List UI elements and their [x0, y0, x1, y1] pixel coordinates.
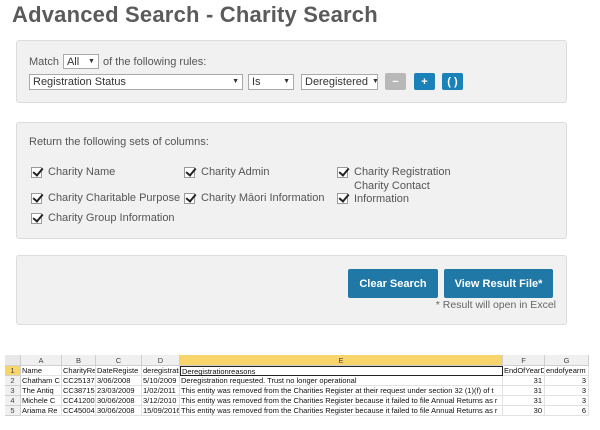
sheet-cell[interactable]: 23/03/2009 [96, 386, 142, 396]
field-select[interactable]: Registration Status ▼ [29, 73, 243, 90]
column-header[interactable]: A [21, 355, 62, 366]
sheet-cell[interactable]: 3/06/2008 [96, 376, 142, 386]
row-number[interactable]: 1 [5, 366, 21, 376]
sheet-cell[interactable]: 30/06/2008 [96, 406, 142, 416]
checkbox[interactable] [184, 167, 195, 178]
checkbox[interactable] [31, 167, 42, 178]
criteria-select[interactable]: Deregistered ▼ [301, 73, 379, 90]
column-option-label: Charity Contact Information [354, 180, 430, 205]
sheet-cell[interactable]: Ariama Re [21, 406, 62, 416]
view-result-file-button[interactable]: View Result File* [444, 269, 553, 298]
checkbox[interactable] [31, 193, 42, 204]
column-header[interactable]: B [62, 355, 96, 366]
column-option-label: Charity Charitable Purpose [48, 192, 181, 204]
sheet-cell[interactable]: 6 [545, 406, 589, 416]
match-select-value: All [66, 55, 80, 68]
chevron-down-icon: ▼ [232, 78, 239, 85]
column-option-label: Charity Name [48, 166, 116, 178]
checkbox[interactable] [31, 213, 42, 224]
column-option-contact-information[interactable]: Charity Contact Information [337, 180, 442, 206]
sheet-cell[interactable]: Name [21, 366, 62, 376]
sheet-cell[interactable]: This entity was removed from the Chariti… [180, 406, 503, 416]
chevron-down-icon: ▼ [371, 78, 379, 85]
chevron-down-icon: ▼ [283, 78, 290, 85]
clear-search-button[interactable]: Clear Search [348, 269, 438, 298]
sheet-cell[interactable]: 3/12/2010 [142, 396, 180, 406]
row-number[interactable]: 2 [5, 376, 21, 386]
sheet-cell[interactable]: Chatham C [21, 376, 62, 386]
column-option-maori-information[interactable]: Charity Māori Information [184, 192, 325, 205]
match-label: Match [29, 55, 59, 68]
remove-rule-button[interactable]: − [385, 73, 406, 90]
column-option-label: Charity Admin [201, 166, 270, 178]
operator-select-value: Is [252, 75, 261, 88]
row-number[interactable]: 4 [5, 396, 21, 406]
rules-panel: Match All ▼ of the following rules: Regi… [16, 40, 567, 103]
sheet-cell[interactable]: EndOfYearD [503, 366, 545, 376]
sheet-cell[interactable]: 3 [545, 396, 589, 406]
field-select-value: Registration Status [33, 75, 126, 88]
rule-row: Registration Status ▼ Is ▼ Deregistered … [29, 73, 463, 90]
sheet-cell[interactable]: 15/09/2016 [142, 406, 180, 416]
row-number[interactable]: 5 [5, 406, 21, 416]
add-rule-button[interactable]: + [414, 73, 435, 90]
sheet-cell[interactable]: Michele C [21, 396, 62, 406]
column-option-label: Charity Registration [354, 166, 451, 178]
sheet-cell[interactable]: 30 [503, 406, 545, 416]
sheet-corner [5, 355, 21, 366]
sheet-cell[interactable]: DateRegiste [96, 366, 142, 376]
chevron-down-icon: ▼ [88, 58, 95, 65]
sheet-cell[interactable]: CharityRe [62, 366, 96, 376]
sheet-cell[interactable]: 31 [503, 396, 545, 406]
sheet-cell[interactable]: 1/02/2011 [142, 386, 180, 396]
column-header[interactable]: G [545, 355, 589, 366]
row-number[interactable]: 3 [5, 386, 21, 396]
sheet-cell[interactable]: CC25137 [62, 376, 96, 386]
sheet-cell[interactable]: endofyearm [545, 366, 589, 376]
sheet-cell[interactable]: Deregistration requested. Trust no longe… [180, 376, 503, 386]
columns-panel: Return the following sets of columns: Ch… [16, 122, 567, 239]
checkbox[interactable] [337, 193, 348, 204]
column-header[interactable]: D [142, 355, 180, 366]
column-option-charity-registration[interactable]: Charity Registration [337, 166, 451, 179]
sheet-cell[interactable]: Deregistrationreasons [180, 366, 503, 376]
spreadsheet-preview: A B C D E F G 1 Name CharityRe DateRegiste d… [5, 355, 595, 425]
sheet-cell[interactable]: 5/10/2009 [142, 376, 180, 386]
column-option-charity-name[interactable]: Charity Name [31, 166, 115, 179]
sheet-cell[interactable]: CC38715 [62, 386, 96, 396]
column-option-charitable-purpose[interactable]: Charity Charitable Purpose [31, 192, 180, 205]
sheet-cell[interactable]: 3 [545, 376, 589, 386]
sheet-cell[interactable]: 30/06/2008 [96, 396, 142, 406]
column-header[interactable]: F [503, 355, 545, 366]
sheet-cell[interactable]: deregistrati [142, 366, 180, 376]
criteria-select-value: Deregistered [305, 75, 368, 88]
column-option-charity-admin[interactable]: Charity Admin [184, 166, 269, 179]
sheet-cell[interactable]: This entity was removed from the Chariti… [180, 396, 503, 406]
columns-heading: Return the following sets of columns: [29, 136, 209, 148]
match-suffix: of the following rules: [102, 55, 207, 68]
operator-select[interactable]: Is ▼ [248, 73, 294, 90]
sheet-cell[interactable]: CC41200 [62, 396, 96, 406]
match-select[interactable]: All ▼ [62, 54, 99, 69]
column-header[interactable]: C [96, 355, 142, 366]
sheet-cell[interactable]: This entity was removed from the Chariti… [180, 386, 503, 396]
checkbox[interactable] [184, 193, 195, 204]
sheet-cell[interactable]: 31 [503, 386, 545, 396]
column-option-label: Charity Māori Information [201, 192, 325, 204]
sheet-cell[interactable]: CC45004 [62, 406, 96, 416]
column-header[interactable]: E [180, 355, 503, 366]
column-option-label: Charity Group Information [48, 212, 175, 224]
page-title: Advanced Search - Charity Search [12, 2, 378, 27]
checkbox[interactable] [337, 167, 348, 178]
sheet-cell[interactable]: 3 [545, 386, 589, 396]
column-option-group-information[interactable]: Charity Group Information [31, 212, 175, 225]
match-row: Match All ▼ of the following rules: [29, 54, 206, 69]
sheet-cell[interactable]: The Antiq [21, 386, 62, 396]
actions-panel: Clear Search View Result File* * Result … [16, 255, 567, 325]
excel-note: * Result will open in Excel [435, 299, 556, 311]
sheet-cell[interactable]: 31 [503, 376, 545, 386]
add-group-button[interactable]: ( ) [442, 73, 463, 90]
